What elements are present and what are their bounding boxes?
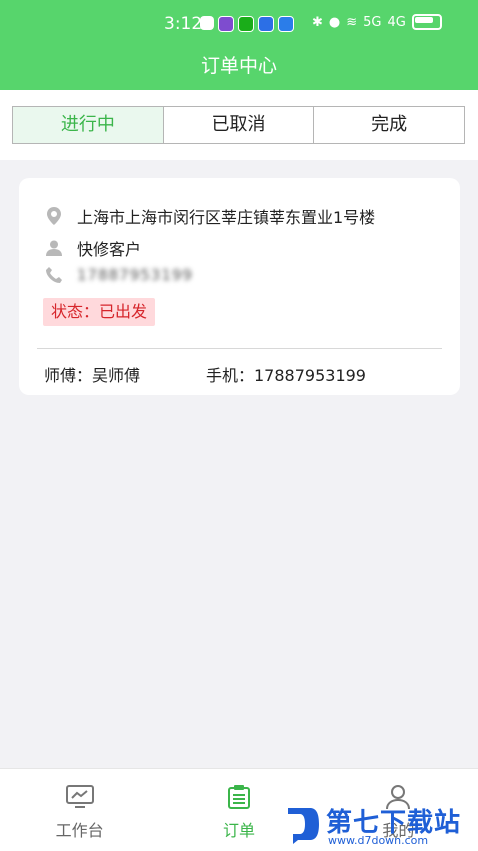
order-card[interactable]: 上海市上海市闵行区莘庄镇莘东置业1号楼 快修客户 17887953199 状态：…: [19, 178, 460, 395]
address-text: 上海市上海市闵行区莘庄镇莘东置业1号楼: [77, 208, 376, 227]
phone-icon: [45, 267, 63, 283]
customer-row: 快修客户: [45, 236, 141, 260]
address-row: 上海市上海市闵行区莘庄镇莘东置业1号楼: [45, 204, 375, 228]
status-time: 3:12: [164, 14, 203, 34]
nav-label: 订单: [222, 821, 255, 840]
tab-completed[interactable]: 完成: [314, 107, 465, 143]
wechat-icon: [238, 16, 254, 32]
page-title: 订单中心: [0, 48, 478, 90]
tab-bar: 进行中 已取消 完成: [12, 106, 465, 144]
monitor-icon: [0, 785, 159, 811]
signal-5g-icon: 5G: [363, 14, 382, 30]
battery-icon: [411, 14, 442, 30]
master-name: 师傅：吴师傅: [44, 366, 141, 385]
bluetooth-icon: ✱: [312, 14, 323, 30]
location-icon: ●: [328, 14, 341, 30]
phone-row[interactable]: 17887953199: [45, 266, 193, 284]
notification-icons: [200, 16, 294, 32]
tab-cancelled[interactable]: 已取消: [163, 107, 315, 143]
nav-label: 工作台: [55, 821, 104, 840]
location-pin-icon: [45, 207, 63, 225]
watermark-logo-icon: [288, 808, 319, 844]
customer-phone: 17887953199: [77, 266, 193, 284]
tab-in-progress[interactable]: 进行中: [13, 107, 164, 143]
app-notification-icon: [258, 16, 274, 32]
watermark: 第七下载站 www.d7down.com: [282, 800, 478, 850]
tabs-area: 进行中 已取消 完成: [0, 90, 478, 160]
master-mobile: 手机：17887953199: [206, 366, 366, 385]
customer-name: 快修客户: [77, 240, 142, 259]
app-notification-icon: [218, 16, 234, 32]
divider: [37, 348, 442, 349]
user-icon: [45, 240, 63, 256]
nav-workbench[interactable]: 工作台: [0, 769, 159, 851]
status-bar: 3:12 ✱ ● ≋ 5G 4G: [0, 0, 478, 48]
watermark-url: www.d7down.com: [328, 834, 429, 847]
wifi-icon: ≋: [346, 14, 358, 30]
app-notification-icon: [200, 16, 214, 30]
signal-4g-icon: 4G: [387, 14, 406, 30]
status-badge: 状态：已出发: [43, 298, 156, 326]
status-indicators: ✱ ● ≋ 5G 4G: [312, 14, 442, 30]
app-notification-icon: [278, 16, 294, 32]
